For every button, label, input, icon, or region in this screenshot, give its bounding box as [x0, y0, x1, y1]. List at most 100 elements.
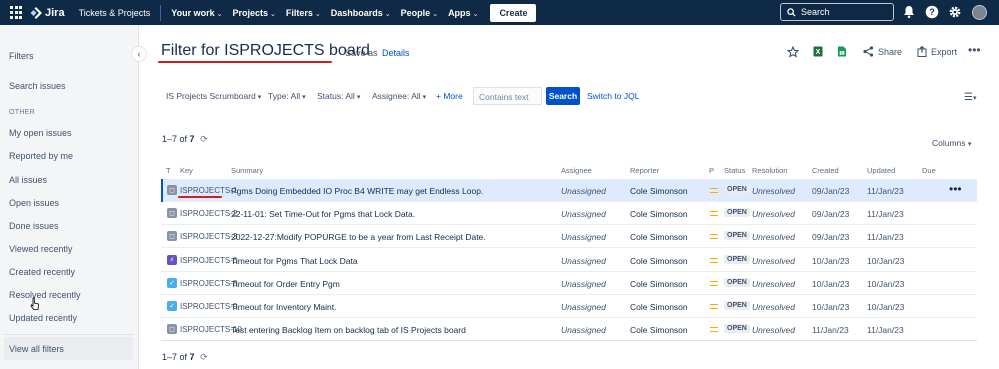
issue-key-link[interactable]: ISPROJECTS-3: [180, 232, 237, 241]
column-header-resolution[interactable]: Resolution: [752, 166, 787, 175]
nav-filters[interactable]: Filters ⌄: [286, 8, 321, 18]
sidebar-item-done-issues[interactable]: Done issues: [9, 221, 59, 231]
status-badge[interactable]: OPEN: [724, 208, 750, 218]
status-badge[interactable]: OPEN: [724, 254, 750, 264]
refresh-icon[interactable]: ⟳: [200, 352, 208, 362]
table-row[interactable]: ✓ ISPROJECTS-9 Timeout for Inventory Maint…: [161, 295, 977, 318]
status-badge[interactable]: OPEN: [724, 301, 750, 310]
contains-text-input[interactable]: Contains text: [473, 87, 542, 105]
product-switch[interactable]: Tickets & Projects: [79, 8, 151, 18]
app-switcher-icon[interactable]: [10, 5, 24, 20]
help-icon[interactable]: ?: [925, 5, 939, 19]
issue-key-link[interactable]: ISPROJECTS-8: [180, 279, 237, 288]
sidebar-item-resolved-recently[interactable]: Resolved recently: [9, 290, 81, 300]
view-all-filters-button[interactable]: View all filters: [4, 337, 133, 360]
issue-updated-date: 11/Jan/23: [867, 186, 904, 196]
search-placeholder: Search: [801, 7, 830, 17]
save-as-button[interactable]: Save as: [345, 48, 378, 58]
nav-projects[interactable]: Projects ⌄: [232, 8, 275, 18]
column-header-type[interactable]: T: [166, 166, 171, 175]
sidebar-item-open-issues[interactable]: Open issues: [9, 198, 59, 208]
more-actions-icon[interactable]: •••: [968, 43, 981, 57]
issue-resolution: Unresolved: [752, 325, 795, 336]
share-button[interactable]: Share: [863, 46, 902, 57]
issue-key-link[interactable]: ISPROJECTS-9: [180, 302, 237, 311]
issue-summary-link[interactable]: Timeout for Pgms That Lock Data: [231, 256, 358, 266]
collapse-sidebar-button[interactable]: ‹: [131, 46, 147, 62]
filters-sidebar: Filters Search issues OTHER My open issu…: [0, 25, 139, 369]
sidebar-item-created-recently[interactable]: Created recently: [9, 267, 75, 277]
svg-text:?: ?: [929, 7, 935, 17]
user-avatar[interactable]: [972, 5, 987, 20]
jira-logo[interactable]: Jira: [30, 6, 65, 19]
table-row[interactable]: ⚡ ISPROJECTS-6 Timeout for Pgms That Lock …: [161, 249, 977, 272]
subtask-type-icon: ◻: [167, 324, 177, 335]
search-button[interactable]: Search: [546, 87, 580, 105]
nav-apps[interactable]: Apps ⌄: [448, 8, 478, 18]
google-sheets-icon[interactable]: [837, 46, 847, 57]
status-badge[interactable]: OPEN: [724, 185, 750, 194]
row-actions-icon[interactable]: •••: [949, 182, 962, 196]
issue-summary-link[interactable]: 2022-12-27:Modify POPURGE to be a year f…: [231, 232, 486, 242]
nav-your-work-label: Your work: [171, 7, 215, 18]
create-button[interactable]: Create: [490, 3, 537, 22]
chevron-down-icon: ⌄: [314, 10, 321, 18]
sidebar-item-search-issues[interactable]: Search issues: [9, 81, 66, 91]
column-header-reporter[interactable]: Reporter: [630, 166, 659, 175]
column-header-key[interactable]: Key: [180, 166, 193, 175]
issue-assignee: Unassigned: [561, 209, 606, 220]
issue-summary-link[interactable]: Pgms Doing Embedded IO Proc B4 WRITE may…: [231, 186, 483, 196]
status-filter-dropdown[interactable]: Status: All ▾: [317, 91, 360, 101]
column-header-priority[interactable]: P: [709, 166, 714, 175]
issue-summary-link[interactable]: Timeout for Inventory Maint.: [231, 302, 337, 312]
details-link[interactable]: Details: [382, 48, 410, 58]
list-view-toggle-icon[interactable]: ☰▾: [964, 92, 976, 103]
table-row[interactable]: ◻ ISPROJECTS-1 Pgms Doing Embedded IO Proc…: [161, 179, 977, 202]
issue-summary-link[interactable]: 22-11-01: Set Time-Out for Pgms that Loc…: [231, 209, 415, 219]
issue-reporter: Cole Simonson: [630, 232, 688, 243]
column-header-assignee[interactable]: Assignee: [561, 166, 592, 175]
star-icon[interactable]: [787, 46, 799, 58]
settings-gear-icon[interactable]: [948, 5, 962, 19]
columns-dropdown[interactable]: Columns ▾: [932, 138, 971, 148]
priority-medium-icon: [710, 257, 718, 263]
column-header-updated[interactable]: Updated: [867, 166, 895, 175]
project-filter-dropdown[interactable]: IS Projects Scrumboard ▾: [166, 91, 261, 101]
global-search-input[interactable]: Search: [780, 3, 894, 21]
issue-key-link[interactable]: ISPROJECTS-1: [180, 186, 237, 195]
nav-dashboards[interactable]: Dashboards ⌄: [331, 8, 391, 18]
type-filter-dropdown[interactable]: Type: All ▾: [268, 91, 306, 101]
status-badge[interactable]: OPEN: [724, 324, 750, 334]
issue-summary-link[interactable]: Timeout for Order Entry Pgm: [231, 279, 340, 289]
column-header-created[interactable]: Created: [812, 166, 839, 175]
assignee-filter-dropdown[interactable]: Assignee: All ▾: [372, 91, 426, 101]
issue-created-date: 10/Jan/23: [812, 255, 850, 266]
sidebar-item-my-open-issues[interactable]: My open issues: [9, 128, 72, 138]
column-header-status[interactable]: Status: [724, 166, 745, 175]
issue-updated-date: 11/Jan/23: [867, 325, 904, 336]
status-badge[interactable]: OPEN: [724, 277, 750, 287]
nav-people[interactable]: People ⌄: [401, 8, 438, 18]
table-row[interactable]: ◻ ISPROJECTS-2 22-11-01: Set Time-Out for …: [161, 202, 977, 226]
sidebar-item-all-issues[interactable]: All issues: [9, 175, 47, 185]
export-button[interactable]: Export: [917, 46, 957, 57]
switch-to-jql-link[interactable]: Switch to JQL: [587, 91, 639, 101]
issue-summary-link[interactable]: Test entering Backlog Item on backlog ta…: [231, 325, 466, 335]
nav-your-work[interactable]: Your work ⌄: [171, 8, 222, 18]
more-filters-button[interactable]: + More: [436, 91, 463, 101]
sidebar-item-reported-by-me[interactable]: Reported by me: [9, 151, 73, 161]
sidebar-item-viewed-recently[interactable]: Viewed recently: [9, 244, 72, 254]
table-row[interactable]: ✓ ISPROJECTS-8 Timeout for Order Entry Pgm…: [161, 272, 977, 295]
column-header-summary[interactable]: Summary: [231, 166, 263, 175]
table-row[interactable]: ◻ ISPROJECTS-3 2022-12-27:Modify POPURGE t…: [161, 225, 977, 249]
column-header-due[interactable]: Due: [922, 166, 936, 175]
sidebar-item-updated-recently[interactable]: Updated recently: [9, 313, 77, 323]
excel-export-icon[interactable]: X: [813, 46, 823, 57]
notifications-icon[interactable]: [902, 5, 916, 19]
refresh-icon[interactable]: ⟳: [200, 134, 208, 144]
status-badge[interactable]: OPEN: [724, 231, 750, 241]
issue-key-link[interactable]: ISPROJECTS-2: [180, 209, 237, 218]
table-row[interactable]: ◻ ISPROJECTS-10 Test entering Backlog Item…: [161, 318, 977, 342]
export-icon: [917, 46, 927, 57]
issue-key-link[interactable]: ISPROJECTS-6: [180, 256, 237, 265]
